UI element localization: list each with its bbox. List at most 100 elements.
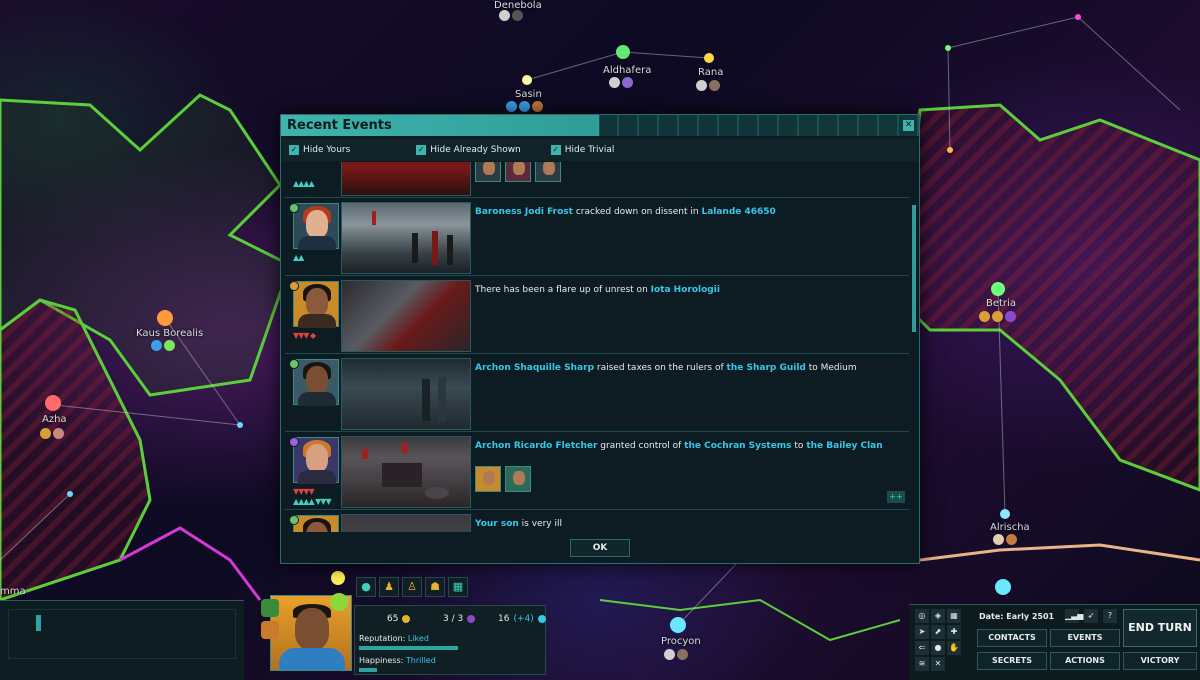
checkbox-hide-already-shown[interactable]: ✓ (416, 145, 427, 155)
help-button[interactable]: ? (1103, 609, 1117, 623)
send-icon[interactable]: ➶ (1084, 609, 1098, 623)
event-description: Archon Ricardo Fletcher granted control … (475, 440, 905, 452)
event-row[interactable]: ▼▼▼▼ ▲▲▲▲ ▼▼▼ Archon Ricardo Fletcher gr… (285, 432, 909, 510)
star-icons-procyon (664, 649, 688, 660)
portrait-face (295, 608, 329, 650)
star-label-alrischa[interactable]: Alrischa (990, 522, 1030, 533)
star-icons-rana (696, 80, 720, 91)
secrets-button[interactable]: SECRETS (977, 652, 1047, 670)
event-description: Your son is very ill (475, 518, 905, 530)
portrait-column: ▲▲▲▲ (289, 162, 341, 195)
chip-icon[interactable]: ◈ (931, 609, 945, 623)
star-icons-betria (979, 311, 1016, 322)
filter-hide-trivial[interactable]: ✓ Hide Trivial (550, 145, 614, 155)
gear-icon (609, 77, 620, 88)
ship-icon[interactable]: ➤ (915, 625, 929, 639)
star-label-rana[interactable]: Rana (698, 67, 723, 78)
event-description: There has been a flare up of unrest on I… (475, 284, 905, 296)
rocket-icon[interactable]: ⬈ (931, 625, 945, 639)
event-link-system[interactable]: the Cochran Systems (684, 441, 791, 451)
event-link-character[interactable]: Your son (475, 519, 519, 529)
population-icon[interactable]: ♟ (379, 577, 399, 597)
close-icon[interactable]: ✕ (903, 120, 914, 131)
people-icon[interactable]: ♙ (402, 577, 422, 597)
checkbox-hide-yours[interactable]: ✓ (289, 145, 299, 155)
group-icon[interactable]: ☗ (425, 577, 445, 597)
filter-hide-yours[interactable]: ✓ Hide Yours (289, 145, 350, 155)
portrait-body (298, 392, 336, 406)
expand-plus-icon[interactable]: ++ (887, 491, 905, 503)
character-portrait[interactable] (293, 515, 339, 532)
hand-icon[interactable]: ✋ (947, 641, 961, 655)
related-portrait[interactable] (505, 466, 531, 492)
gear-icon (519, 101, 530, 112)
event-link-faction[interactable]: the Sharp Guild (727, 363, 806, 373)
water-drop-icon[interactable]: ● (356, 577, 376, 597)
event-list-scrollbar[interactable] (912, 205, 916, 332)
portrait-face (306, 444, 328, 472)
event-row-partial[interactable]: ▲▲▲▲ (285, 162, 909, 198)
star-label-betria[interactable]: Betria (986, 298, 1016, 309)
related-portrait[interactable] (535, 162, 561, 182)
event-link-character[interactable]: Archon Ricardo Fletcher (475, 441, 597, 451)
grid-icon[interactable]: ▦ (947, 609, 961, 623)
event-row[interactable]: ▲▲ Baroness Jodi Frost cracked down on d… (285, 198, 909, 276)
signal-icon[interactable]: ▁▃▅ (1065, 609, 1083, 623)
crown-icon (151, 340, 162, 351)
filter-hide-already-shown[interactable]: ✓ Hide Already Shown (416, 145, 521, 155)
galaxy-icon[interactable]: ◎ (915, 609, 929, 623)
wrench-icon[interactable]: ✕ (931, 657, 945, 671)
tools-icon[interactable]: ✚ (947, 625, 961, 639)
event-link-planet[interactable]: Iota Horologii (651, 285, 720, 295)
event-row[interactable]: Your son is very ill (285, 510, 909, 532)
end-turn-button[interactable]: END TURN (1123, 609, 1197, 647)
caduceus-icon (993, 534, 1004, 545)
events-button[interactable]: EVENTS (1050, 629, 1120, 647)
heart-icon[interactable] (330, 593, 348, 611)
caduceus-icon[interactable] (261, 621, 279, 639)
arrow-icon[interactable]: ⇐ (915, 641, 929, 655)
event-row[interactable]: Archon Shaquille Sharp raised taxes on t… (285, 354, 909, 432)
trait-icons: ▼▼▼▼ (293, 487, 315, 496)
faction-emblem-icon[interactable] (261, 599, 279, 617)
ruler-panel[interactable] (261, 593, 354, 675)
actions-button[interactable]: ACTIONS (1050, 652, 1120, 670)
star-icons-azha (40, 428, 64, 439)
happiness-label: Happiness: (359, 656, 404, 665)
game-date: Date: Early 2501 (979, 612, 1055, 621)
star-label-kaus-borealis[interactable]: Kaus Borealis (136, 328, 203, 339)
filter-label: Hide Already Shown (430, 145, 521, 155)
star-label-aldhafera[interactable]: Aldhafera (603, 65, 651, 76)
related-portrait[interactable] (505, 162, 531, 182)
star-label-mma[interactable]: mma (0, 586, 26, 597)
chip-icon[interactable]: ▦ (448, 577, 468, 597)
character-portrait[interactable] (293, 281, 339, 328)
star-label-azha[interactable]: Azha (42, 414, 67, 425)
character-portrait[interactable] (293, 359, 339, 406)
victory-button[interactable]: VICTORY (1123, 652, 1197, 670)
character-portrait[interactable] (293, 437, 339, 484)
shield-icon (532, 101, 543, 112)
character-portrait[interactable] (293, 203, 339, 250)
ok-button[interactable]: OK (570, 539, 630, 557)
reputation-row: Reputation: Liked (359, 634, 429, 643)
minimap-panel[interactable] (0, 600, 244, 680)
event-row[interactable]: ▼▼▼ ◆ There has been a flare up of unres… (285, 276, 909, 354)
related-portrait[interactable] (475, 162, 501, 182)
wealth-value: 65 (387, 614, 399, 624)
checkbox-hide-trivial[interactable]: ✓ (550, 145, 561, 155)
wifi-icon[interactable]: ≋ (915, 657, 929, 671)
crate-icon (1006, 534, 1017, 545)
drop-icon[interactable]: ● (931, 641, 945, 655)
star-label-sasin[interactable]: Sasin (515, 89, 542, 100)
faction-badge-icon (289, 515, 299, 525)
gear-icon (499, 10, 510, 21)
event-link-planet[interactable]: Lalande 46650 (701, 207, 775, 217)
event-link-faction[interactable]: the Bailey Clan (806, 441, 882, 451)
event-link-character[interactable]: Baroness Jodi Frost (475, 207, 573, 217)
event-link-character[interactable]: Archon Shaquille Sharp (475, 363, 594, 373)
related-portrait[interactable] (475, 466, 501, 492)
event-list[interactable]: ▲▲▲▲ ▲▲ Baroness Jodi Frost cracked down… (285, 162, 913, 532)
star-label-procyon[interactable]: Procyon (661, 636, 701, 647)
contacts-button[interactable]: CONTACTS (977, 629, 1047, 647)
